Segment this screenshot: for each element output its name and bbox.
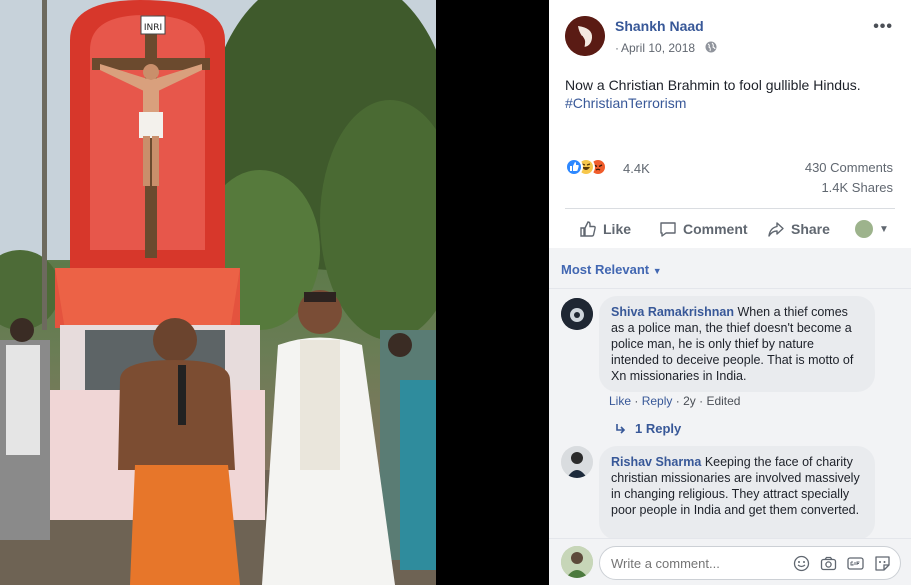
meta-separator: · xyxy=(699,394,704,408)
share-button[interactable]: Share xyxy=(767,220,830,238)
post-header: Shankh Naad · April 10, 2018 ••• xyxy=(549,0,911,64)
page-name-link[interactable]: Shankh Naad xyxy=(615,18,704,34)
reaction-count: 4.4K xyxy=(623,161,650,176)
comment-reply-link[interactable]: Reply xyxy=(642,394,673,408)
like-reaction-icon xyxy=(565,158,583,176)
commenter-avatar[interactable] xyxy=(561,298,593,330)
comment-button[interactable]: Comment xyxy=(659,220,748,238)
like-button[interactable]: Like xyxy=(579,220,631,238)
hashtag-link[interactable]: #ChristianTerrorism xyxy=(565,94,895,112)
commenter-avatar[interactable] xyxy=(561,446,593,478)
more-options-icon[interactable]: ••• xyxy=(873,18,893,36)
emoji-icon[interactable] xyxy=(793,555,810,572)
globe-icon[interactable] xyxy=(705,41,717,53)
comment-like-link[interactable]: Like xyxy=(609,394,631,408)
shares-count-link[interactable]: 1.4K Shares xyxy=(821,180,893,195)
comment-author-link[interactable]: Shiva Ramakrishnan xyxy=(611,305,734,319)
reply-arrow-icon xyxy=(616,423,626,434)
comment-meta: Like · Reply · 2y · Edited xyxy=(609,394,740,408)
post-message-text: Now a Christian Brahmin to fool gullible… xyxy=(565,77,861,93)
comment-author-link[interactable]: Rishav Sharma xyxy=(611,455,701,469)
meta-separator: · xyxy=(675,394,680,408)
share-button-label: Share xyxy=(791,221,830,237)
comment-bubble-icon xyxy=(660,222,676,237)
gif-icon[interactable] xyxy=(847,555,864,572)
reaction-profile-selector[interactable]: ▼ xyxy=(855,220,889,238)
meta-separator: · xyxy=(634,394,639,408)
sticker-icon[interactable] xyxy=(874,555,891,572)
comments-section: Most Relevant ▼ Shiva Ramakrishnan When … xyxy=(549,248,911,540)
divider xyxy=(549,288,911,289)
post-actions-bar: Like Comment Share ▼ xyxy=(549,208,911,248)
camera-icon[interactable] xyxy=(820,555,837,572)
procession-photo-illustration: INRI xyxy=(0,0,436,585)
lightbox-background xyxy=(436,0,549,585)
sort-label: Most Relevant xyxy=(561,262,650,277)
date-separator: · xyxy=(615,41,619,55)
like-button-label: Like xyxy=(603,221,632,237)
replies-count: 1 Reply xyxy=(635,421,682,436)
post-panel: Shankh Naad · April 10, 2018 ••• Now a C… xyxy=(549,0,911,585)
post-photo[interactable]: INRI xyxy=(0,0,436,585)
comment-composer xyxy=(549,538,911,585)
comment-edited: Edited xyxy=(706,394,741,408)
comment-bubble: Shiva Ramakrishnan When a thief comes as… xyxy=(599,296,875,392)
conch-logo-icon xyxy=(565,16,605,56)
comment-bubble: Rishav Sharma Keeping the face of charit… xyxy=(599,446,875,540)
current-user-avatar xyxy=(561,546,593,578)
chevron-down-icon: ▼ xyxy=(652,266,662,276)
post-message: Now a Christian Brahmin to fool gullible… xyxy=(565,76,895,112)
user-avatar xyxy=(855,220,873,238)
comment-age[interactable]: 2y xyxy=(683,394,696,408)
chevron-down-icon: ▼ xyxy=(879,223,889,235)
page-avatar[interactable] xyxy=(565,16,605,56)
share-arrow-icon xyxy=(768,222,784,237)
view-replies-link[interactable]: 1 Reply xyxy=(615,421,681,436)
comments-count-link[interactable]: 430 Comments xyxy=(805,160,893,175)
comment-button-label: Comment xyxy=(683,221,748,237)
post-date-link[interactable]: April 10, 2018 xyxy=(621,41,695,55)
comment-sort-dropdown[interactable]: Most Relevant ▼ xyxy=(561,262,662,277)
composer-tools xyxy=(793,555,891,572)
inri-sign: INRI xyxy=(144,23,162,33)
thumbs-up-icon xyxy=(580,221,596,237)
